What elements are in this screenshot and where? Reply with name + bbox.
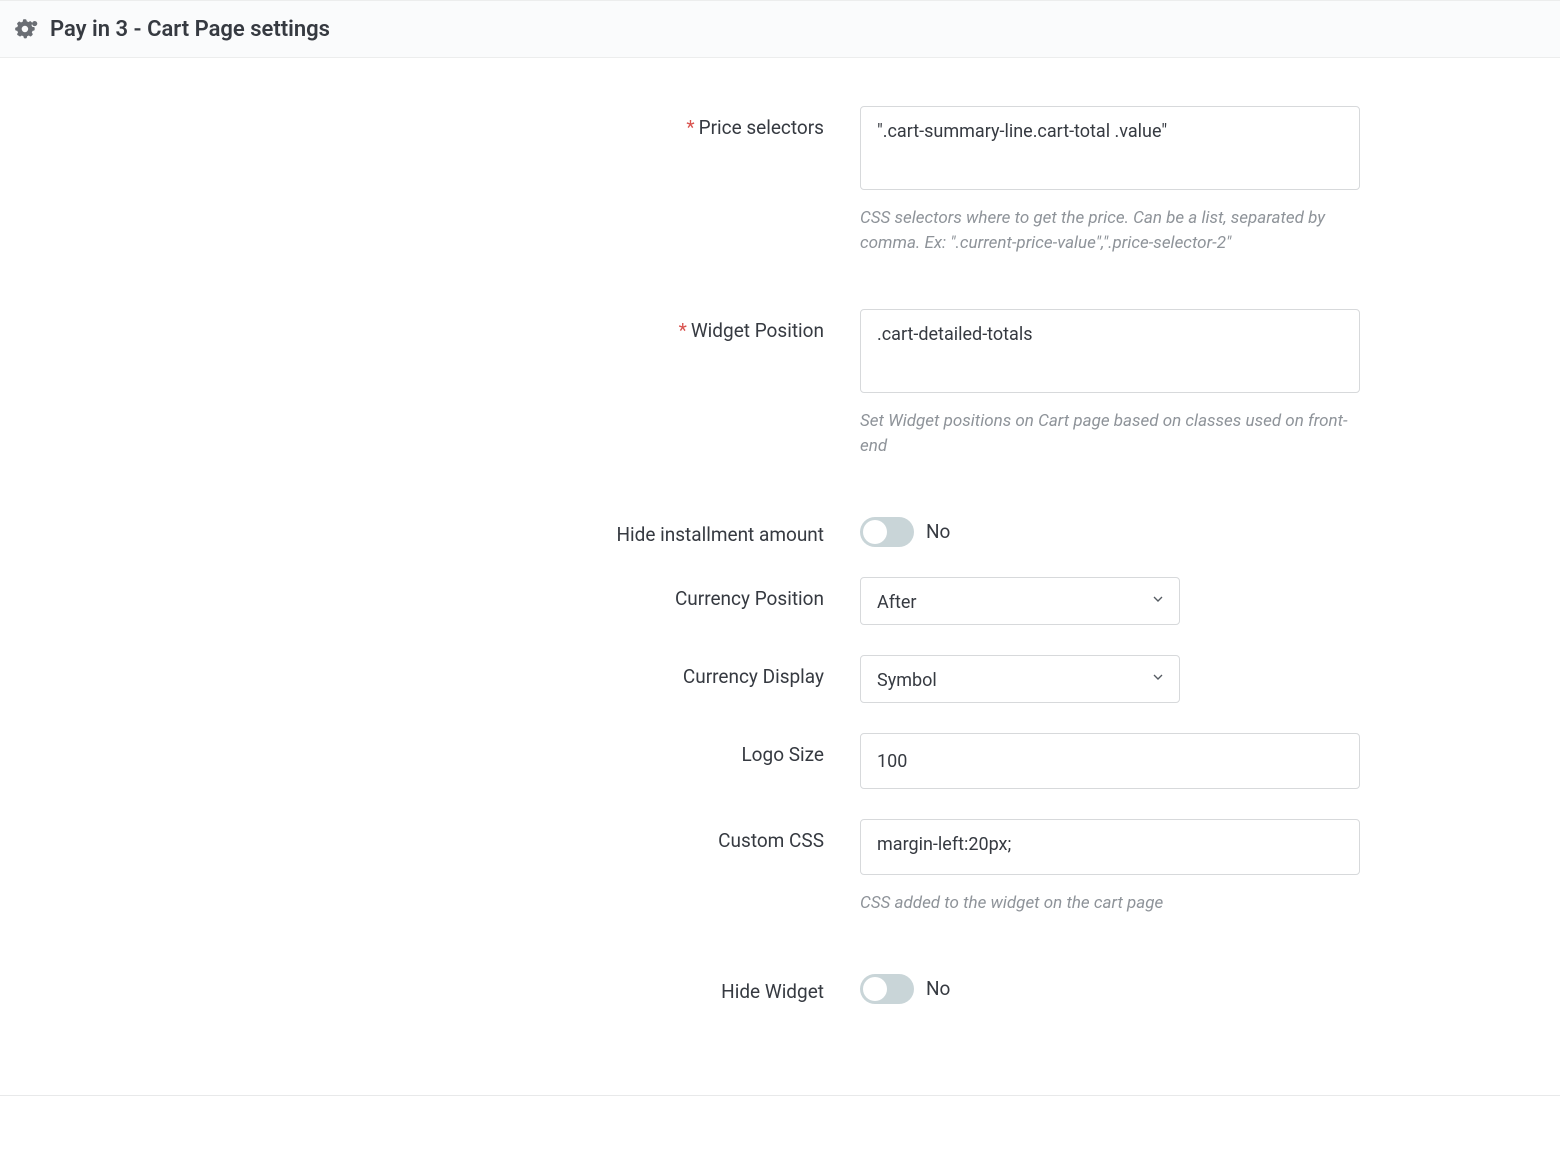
label-custom-css: Custom CSS — [0, 819, 860, 854]
required-star-icon: * — [686, 116, 694, 139]
help-price-selectors: CSS selectors where to get the price. Ca… — [860, 206, 1360, 255]
row-currency-display: Currency Display Symbol — [0, 655, 1560, 703]
help-widget-position: Set Widget positions on Cart page based … — [860, 409, 1360, 458]
currency-position-select[interactable]: After — [860, 577, 1180, 625]
gear-icon — [12, 15, 40, 43]
field-logo-size — [860, 733, 1360, 789]
widget-position-input[interactable]: .cart-detailed-totals — [860, 309, 1360, 393]
row-hide-installment: Hide installment amount No — [0, 513, 1560, 548]
custom-css-input[interactable]: margin-left:20px; — [860, 819, 1360, 875]
field-hide-widget: No — [860, 970, 1360, 1004]
label-currency-position: Currency Position — [0, 577, 860, 612]
label-hide-installment: Hide installment amount — [0, 513, 860, 548]
field-hide-installment: No — [860, 513, 1360, 547]
field-widget-position: .cart-detailed-totals Set Widget positio… — [860, 309, 1360, 458]
settings-panel: Pay in 3 - Cart Page settings *Price sel… — [0, 0, 1560, 1096]
row-currency-position: Currency Position After — [0, 577, 1560, 625]
field-custom-css: margin-left:20px; CSS added to the widge… — [860, 819, 1360, 916]
panel-heading: Pay in 3 - Cart Page settings — [0, 0, 1560, 58]
label-currency-display: Currency Display — [0, 655, 860, 690]
label-widget-position: *Widget Position — [0, 309, 860, 344]
help-custom-css: CSS added to the widget on the cart page — [860, 891, 1360, 916]
toggle-state-text: No — [926, 520, 950, 543]
required-star-icon: * — [679, 319, 687, 342]
field-currency-display: Symbol — [860, 655, 1360, 703]
row-custom-css: Custom CSS margin-left:20px; CSS added t… — [0, 819, 1560, 916]
hide-widget-toggle[interactable] — [860, 974, 914, 1004]
toggle-state-text: No — [926, 977, 950, 1000]
row-logo-size: Logo Size — [0, 733, 1560, 789]
currency-display-select[interactable]: Symbol — [860, 655, 1180, 703]
panel-title: Pay in 3 - Cart Page settings — [50, 17, 330, 42]
hide-installment-toggle[interactable] — [860, 517, 914, 547]
logo-size-input[interactable] — [860, 733, 1360, 789]
label-price-selectors: *Price selectors — [0, 106, 860, 141]
row-price-selectors: *Price selectors ".cart-summary-line.car… — [0, 106, 1560, 255]
price-selectors-input[interactable]: ".cart-summary-line.cart-total .value" — [860, 106, 1360, 190]
row-hide-widget: Hide Widget No — [0, 970, 1560, 1005]
label-hide-widget: Hide Widget — [0, 970, 860, 1005]
settings-form: *Price selectors ".cart-summary-line.car… — [0, 58, 1560, 1095]
field-price-selectors: ".cart-summary-line.cart-total .value" C… — [860, 106, 1360, 255]
label-text: Price selectors — [699, 116, 824, 139]
row-widget-position: *Widget Position .cart-detailed-totals S… — [0, 309, 1560, 458]
label-text: Widget Position — [691, 319, 824, 342]
label-logo-size: Logo Size — [0, 733, 860, 768]
field-currency-position: After — [860, 577, 1360, 625]
